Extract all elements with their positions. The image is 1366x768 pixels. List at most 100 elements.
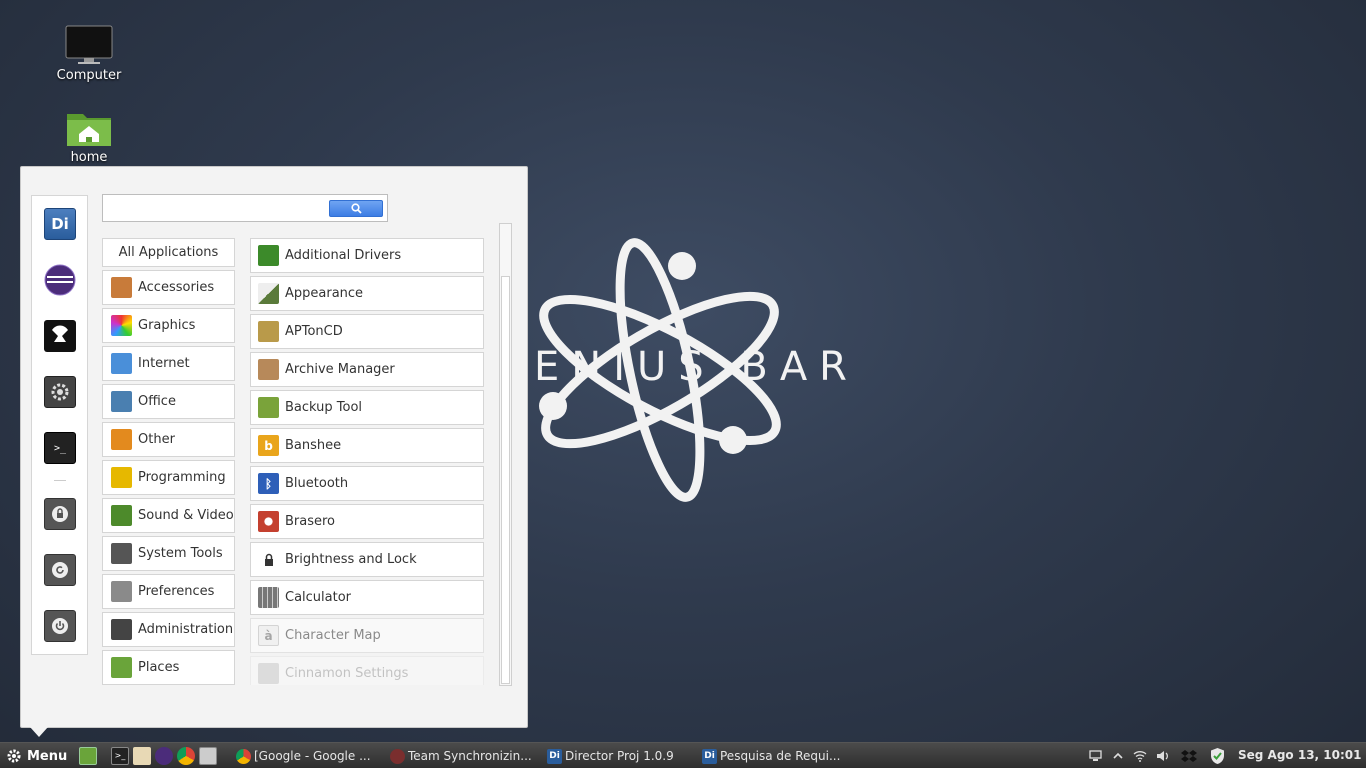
window-title: Team Synchronizin... (408, 749, 532, 763)
volume-icon (1157, 751, 1168, 761)
app-brasero[interactable]: Brasero (250, 504, 484, 539)
app-label: Character Map (285, 628, 381, 643)
app-cinnamon-settings[interactable]: Cinnamon Settings (250, 656, 484, 685)
shield-icon (1210, 748, 1224, 764)
search-input[interactable] (107, 199, 325, 217)
lock-icon (258, 549, 279, 570)
wallpaper-logo: ENIUS BAR (534, 238, 850, 502)
app-label: APTonCD (285, 324, 343, 339)
desktop-icon-label: home (70, 150, 108, 165)
shutdown-button[interactable] (44, 610, 76, 642)
launcher-pidgin[interactable] (133, 747, 151, 765)
category-label: Administration (138, 622, 234, 637)
other-icon (111, 429, 132, 450)
category-places[interactable]: Places (102, 650, 235, 685)
search-button[interactable] (329, 200, 383, 217)
lock-screen-button[interactable] (44, 498, 76, 530)
category-other[interactable]: Other (102, 422, 235, 457)
app-additional-drivers[interactable]: Additional Drivers (250, 238, 484, 273)
eclipse-icon (44, 264, 76, 296)
category-label: All Applications (118, 245, 219, 260)
desktop-icon-home[interactable]: home (44, 108, 134, 165)
window-button-director[interactable]: Di Director Proj 1.0.9 (547, 746, 695, 766)
tray-update-shield[interactable] (1207, 747, 1227, 765)
fav-system-settings-button[interactable] (44, 376, 76, 408)
favorites-separator (54, 480, 66, 481)
preferences-icon (111, 581, 132, 602)
application-list-scrollbar[interactable] (499, 223, 512, 686)
tray-dropbox[interactable] (1180, 747, 1198, 765)
tray-volume[interactable] (1155, 747, 1171, 765)
wifi-icon (1133, 751, 1147, 762)
category-label: System Tools (138, 546, 223, 561)
logout-button[interactable] (44, 554, 76, 586)
category-preferences[interactable]: Preferences (102, 574, 235, 609)
graphics-icon (111, 315, 132, 336)
programming-icon (111, 467, 132, 488)
app-brightness-and-lock[interactable]: Brightness and Lock (250, 542, 484, 577)
fav-terminal-button[interactable]: >_ (44, 432, 76, 464)
launcher-terminal[interactable]: >_ (111, 747, 129, 765)
app-bluetooth[interactable]: ᛒ Bluetooth (250, 466, 484, 501)
category-sound-video[interactable]: Sound & Video (102, 498, 235, 533)
menu-button[interactable]: Menu (6, 746, 67, 766)
tray-display[interactable] (1087, 747, 1103, 765)
clock[interactable]: Seg Ago 13, 10:01 (1238, 748, 1361, 762)
fav-inkscape-button[interactable] (44, 320, 76, 352)
tray-network[interactable] (1132, 747, 1148, 765)
app-aptoncd[interactable]: APTonCD (250, 314, 484, 349)
desktop-icon-computer[interactable]: Computer (44, 24, 134, 83)
app-label: Cinnamon Settings (285, 666, 409, 681)
window-button-team-sync[interactable]: Team Synchronizin... (390, 746, 540, 766)
app-calculator[interactable]: Calculator (250, 580, 484, 615)
aptoncd-icon (258, 321, 279, 342)
gear-icon (7, 749, 21, 763)
taskbar: Menu >_ [Google - Google ... Team Synchr… (0, 742, 1366, 768)
chip-icon (258, 245, 279, 266)
launcher-chrome[interactable] (177, 747, 195, 765)
window-button-pesquisa[interactable]: Di Pesquisa de Requi... (702, 746, 852, 766)
office-icon (111, 391, 132, 412)
category-label: Places (138, 660, 180, 675)
category-all-applications[interactable]: All Applications (102, 238, 235, 267)
category-office[interactable]: Office (102, 384, 235, 419)
wallpaper-logo-text: ENIUS BAR (534, 344, 850, 390)
category-label: Accessories (138, 280, 215, 295)
window-button-google[interactable]: [Google - Google ... (236, 746, 380, 766)
category-label: Office (138, 394, 176, 409)
tray-expand[interactable] (1110, 747, 1126, 765)
internet-icon (111, 353, 132, 374)
archive-icon (258, 359, 279, 380)
settings-icon (258, 663, 279, 684)
app-label: Backup Tool (285, 400, 363, 415)
terminal-icon: >_ (53, 442, 67, 454)
app-character-map[interactable]: à Character Map (250, 618, 484, 653)
app-banshee[interactable]: b Banshee (250, 428, 484, 463)
category-graphics[interactable]: Graphics (102, 308, 235, 343)
scrollbar-thumb[interactable] (501, 276, 510, 684)
fav-eclipse-button[interactable] (44, 264, 76, 296)
chevron-up-icon (1113, 752, 1123, 759)
chrome-icon (236, 748, 251, 764)
category-internet[interactable]: Internet (102, 346, 235, 381)
launcher-screenshot[interactable] (199, 747, 217, 765)
fav-director-button[interactable]: Di (44, 208, 76, 240)
category-administration[interactable]: Administration (102, 612, 235, 647)
app-label: Bluetooth (285, 476, 349, 491)
launcher-eclipse[interactable] (155, 747, 173, 765)
category-system-tools[interactable]: System Tools (102, 536, 235, 571)
app-archive-manager[interactable]: Archive Manager (250, 352, 484, 387)
backup-icon (258, 397, 279, 418)
category-accessories[interactable]: Accessories (102, 270, 235, 305)
show-desktop-button[interactable] (79, 747, 97, 765)
app-backup-tool[interactable]: Backup Tool (250, 390, 484, 425)
bluetooth-icon: ᛒ (258, 473, 279, 494)
lock-screen-icon (52, 506, 68, 522)
app-appearance[interactable]: Appearance (250, 276, 484, 311)
category-programming[interactable]: Programming (102, 460, 235, 495)
app-label: Brightness and Lock (285, 552, 417, 567)
app-label: Additional Drivers (285, 248, 402, 263)
window-title: Pesquisa de Requi... (720, 749, 841, 763)
calculator-icon (258, 587, 279, 608)
display-icon (1088, 750, 1102, 761)
